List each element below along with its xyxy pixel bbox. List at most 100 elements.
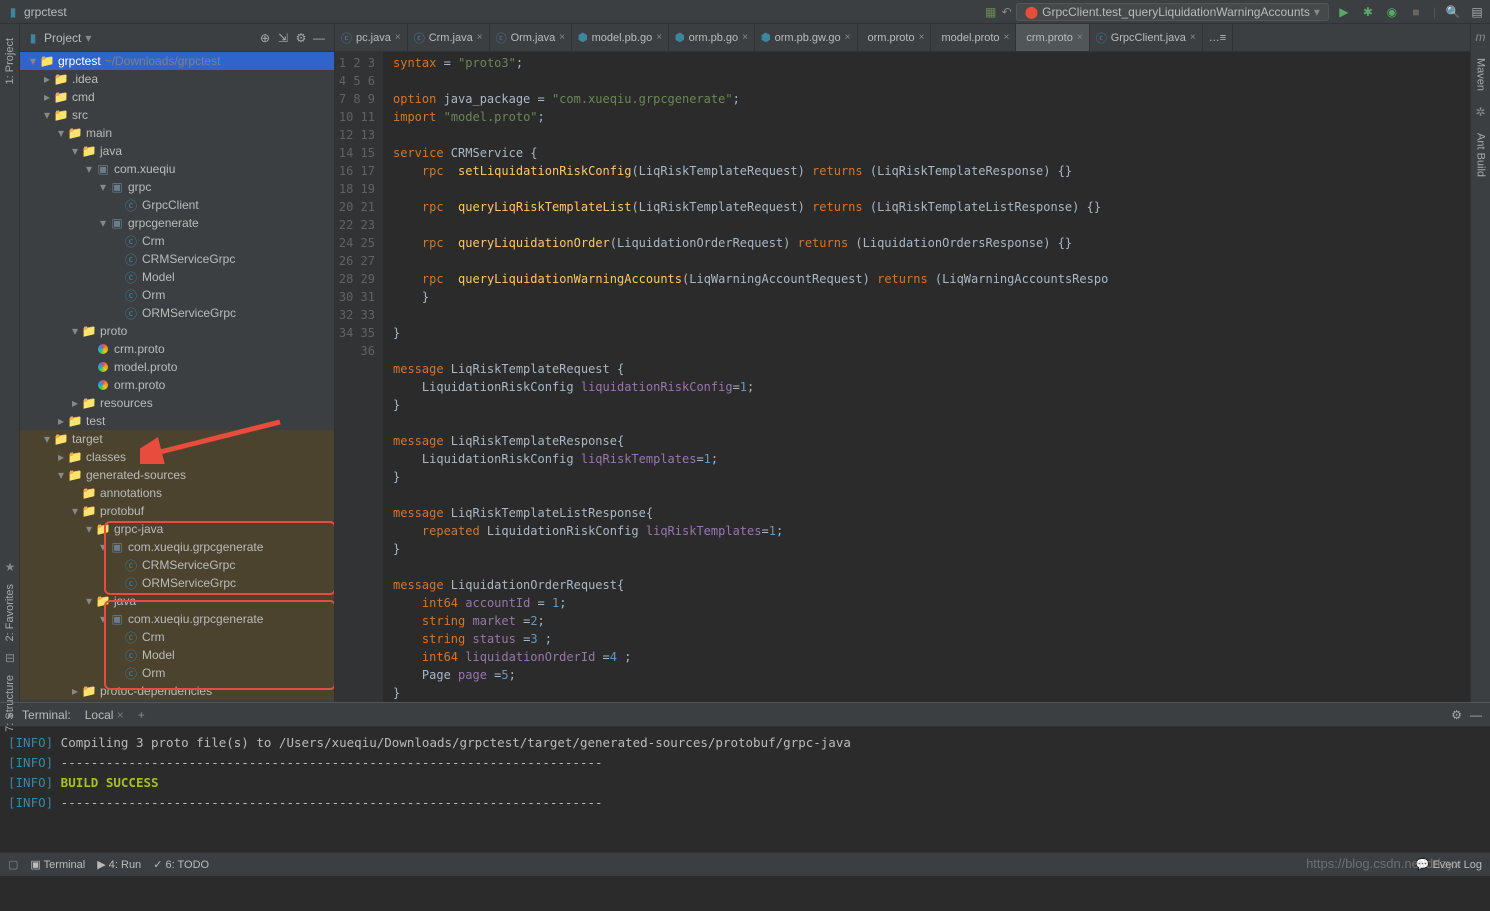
tree-item[interactable]: orm.proto bbox=[20, 376, 334, 394]
tree-item[interactable]: ⓒCRMServiceGrpc bbox=[20, 556, 334, 574]
editor-tab[interactable]: ⓒOrm.java× bbox=[490, 24, 572, 51]
editor-tab[interactable]: crm.proto× bbox=[1016, 24, 1089, 51]
chevron-down-icon[interactable]: ▾ bbox=[85, 31, 91, 45]
tree-arrow-icon[interactable]: ▸ bbox=[56, 414, 66, 428]
tree-arrow-icon[interactable]: ▾ bbox=[70, 504, 80, 518]
hide-icon[interactable]: — bbox=[1470, 708, 1482, 722]
collapse-icon[interactable]: ⇲ bbox=[274, 29, 292, 47]
close-icon[interactable]: × bbox=[656, 32, 662, 43]
tree-arrow-icon[interactable]: ▸ bbox=[42, 72, 52, 86]
tree-arrow-icon[interactable]: ▾ bbox=[98, 612, 108, 626]
tree-item[interactable]: ▾▣com.xueqiu bbox=[20, 160, 334, 178]
coverage-icon[interactable]: ◉ bbox=[1385, 5, 1399, 19]
tree-item[interactable]: ▾📁generated-sources bbox=[20, 466, 334, 484]
tree-item[interactable]: ▾📁src bbox=[20, 106, 334, 124]
status-run-btn[interactable]: ▶ 4: Run bbox=[97, 858, 141, 871]
search-icon[interactable]: 🔍 bbox=[1446, 5, 1460, 19]
tool-project-tab[interactable]: 1: Project bbox=[4, 34, 16, 88]
tree-item[interactable]: ▾📁proto bbox=[20, 322, 334, 340]
tree-arrow-icon[interactable]: ▾ bbox=[42, 108, 52, 122]
tree-arrow-icon[interactable]: ▾ bbox=[84, 162, 94, 176]
editor-tab[interactable]: ⓒCrm.java× bbox=[408, 24, 490, 51]
tree-item[interactable]: ▾📁java bbox=[20, 592, 334, 610]
tree-item[interactable]: ⓒCRMServiceGrpc bbox=[20, 250, 334, 268]
close-icon[interactable]: × bbox=[477, 32, 483, 43]
tree-item[interactable]: ▾▣com.xueqiu.grpcgenerate bbox=[20, 610, 334, 628]
tree-item[interactable]: ▾📁grpctest~/Downloads/grpctest bbox=[20, 52, 334, 70]
close-icon[interactable]: × bbox=[395, 32, 401, 43]
tree-item[interactable]: ▾📁java bbox=[20, 142, 334, 160]
settings-icon[interactable]: ▤ bbox=[1470, 5, 1484, 19]
tree-item[interactable]: ▾📁main bbox=[20, 124, 334, 142]
status-square-icon[interactable]: ▢ bbox=[8, 858, 18, 871]
tree-item[interactable]: ⓒORMServiceGrpc bbox=[20, 574, 334, 592]
tree-arrow-icon[interactable]: ▾ bbox=[56, 468, 66, 482]
star-icon[interactable]: ★ bbox=[5, 560, 16, 574]
tree-item[interactable]: ▸📁protoc-dependencies bbox=[20, 682, 334, 700]
tree-item[interactable]: ⓒModel bbox=[20, 646, 334, 664]
tree-item[interactable]: 📁annotations bbox=[20, 484, 334, 502]
tree-arrow-icon[interactable]: ▸ bbox=[70, 396, 80, 410]
debug-icon[interactable]: ✱ bbox=[1361, 5, 1375, 19]
ant-icon[interactable]: ✲ bbox=[1475, 105, 1485, 119]
tree-item[interactable]: ▸📁resources bbox=[20, 394, 334, 412]
maven-m-icon[interactable]: m bbox=[1476, 30, 1486, 44]
status-terminal-btn[interactable]: ▣ Terminal bbox=[30, 858, 85, 871]
back-icon[interactable]: ↶ bbox=[1000, 5, 1014, 19]
tool-maven-tab[interactable]: Maven bbox=[1475, 54, 1487, 95]
tree-arrow-icon[interactable]: ▾ bbox=[98, 540, 108, 554]
tree-arrow-icon[interactable]: ▾ bbox=[98, 216, 108, 230]
close-icon[interactable]: × bbox=[559, 32, 565, 43]
close-icon[interactable]: × bbox=[1190, 32, 1196, 43]
tree-item[interactable]: ⓒORMServiceGrpc bbox=[20, 304, 334, 322]
tree-item[interactable]: ⓒOrm bbox=[20, 664, 334, 682]
tree-item[interactable]: ▾▣grpc bbox=[20, 178, 334, 196]
tree-item[interactable]: model.proto bbox=[20, 358, 334, 376]
editor-tab[interactable]: ⬢orm.pb.go× bbox=[669, 24, 755, 51]
gear-icon[interactable]: ⚙ bbox=[292, 29, 310, 47]
hide-icon[interactable]: — bbox=[310, 29, 328, 47]
tree-item[interactable]: ⓒOrm bbox=[20, 286, 334, 304]
tree-arrow-icon[interactable]: ▾ bbox=[42, 432, 52, 446]
close-icon[interactable]: × bbox=[1004, 32, 1010, 43]
structure-icon[interactable]: ⊟ bbox=[5, 651, 15, 665]
tree-item[interactable]: ▾📁grpc-java bbox=[20, 520, 334, 538]
tree-arrow-icon[interactable]: ▾ bbox=[28, 54, 38, 68]
tree-item[interactable]: ▸📁classes bbox=[20, 448, 334, 466]
stop-icon[interactable]: ■ bbox=[1409, 5, 1423, 19]
tree-arrow-icon[interactable]: ▾ bbox=[84, 522, 94, 536]
editor-tab[interactable]: ⬢orm.pb.gw.go× bbox=[755, 24, 858, 51]
gear-icon[interactable]: ⚙ bbox=[1451, 708, 1462, 722]
code-view[interactable]: syntax = "proto3"; option java_package =… bbox=[383, 52, 1470, 702]
run-icon[interactable]: ▶ bbox=[1337, 5, 1351, 19]
build-icon[interactable]: ▦ bbox=[984, 5, 998, 19]
tree-arrow-icon[interactable]: ▾ bbox=[84, 594, 94, 608]
target-icon[interactable]: ⊕ bbox=[256, 29, 274, 47]
close-icon[interactable]: × bbox=[919, 32, 925, 43]
tree-arrow-icon[interactable]: ▾ bbox=[70, 324, 80, 338]
tree-item[interactable]: ▾📁protobuf bbox=[20, 502, 334, 520]
tree-item[interactable]: ▾📁target bbox=[20, 430, 334, 448]
terminal-tab-local[interactable]: Local × bbox=[79, 708, 130, 722]
tree-arrow-icon[interactable]: ▾ bbox=[98, 180, 108, 194]
editor-tab[interactable]: ⓒpc.java× bbox=[335, 24, 408, 51]
tree-item[interactable]: crm.proto bbox=[20, 340, 334, 358]
tree-arrow-icon[interactable]: ▾ bbox=[56, 126, 66, 140]
tree-item[interactable]: ▸📁cmd bbox=[20, 88, 334, 106]
editor-tab[interactable]: ⓒGrpcClient.java× bbox=[1090, 24, 1203, 51]
terminal-body[interactable]: [INFO] Compiling 3 proto file(s) to /Use… bbox=[0, 727, 1490, 852]
tree-item[interactable]: ⓒCrm bbox=[20, 628, 334, 646]
editor-tab[interactable]: orm.proto× bbox=[858, 24, 932, 51]
tree-item[interactable]: ⓒModel bbox=[20, 268, 334, 286]
terminal-add-tab[interactable]: + bbox=[138, 708, 145, 722]
tree-item[interactable]: ⓒGrpcClient bbox=[20, 196, 334, 214]
tree-item[interactable]: ⓒCrm bbox=[20, 232, 334, 250]
tool-structure-tab[interactable]: 7: Structure bbox=[4, 675, 16, 732]
tool-ant-tab[interactable]: Ant Build bbox=[1475, 129, 1487, 181]
project-tree[interactable]: ▾📁grpctest~/Downloads/grpctest▸📁.idea▸📁c… bbox=[20, 52, 334, 702]
tree-item[interactable]: ▾▣com.xueqiu.grpcgenerate bbox=[20, 538, 334, 556]
tree-item[interactable]: ▸📁test bbox=[20, 412, 334, 430]
editor-tab[interactable]: model.proto× bbox=[931, 24, 1016, 51]
tabs-overflow[interactable]: …≡ bbox=[1203, 24, 1233, 51]
close-icon[interactable]: × bbox=[1077, 32, 1083, 43]
